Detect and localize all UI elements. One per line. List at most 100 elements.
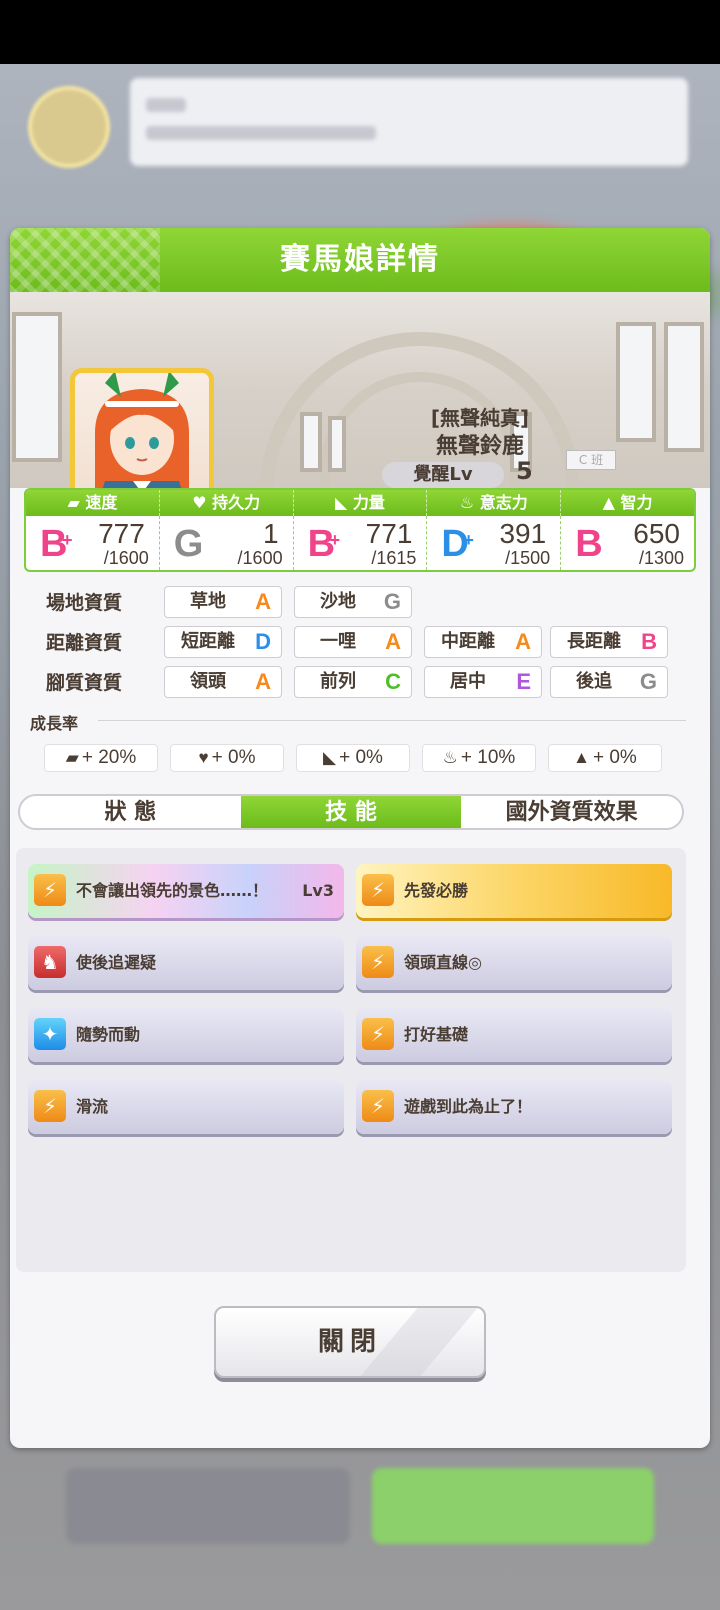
- skill-name: 打好基礎: [404, 1025, 469, 1044]
- skill-name: 遊戲到此為止了！: [404, 1097, 533, 1116]
- stat-cell: B + 771/1615: [294, 516, 428, 570]
- aptitude-name: 沙地: [320, 591, 356, 612]
- skill-gold-icon: ⚡: [362, 1090, 394, 1122]
- growth-rate-4: ▲ + 0%: [548, 744, 662, 772]
- skill-card[interactable]: ⚡ 遊戲到此為止了！: [356, 1080, 672, 1134]
- awaken-label: 覺醒Lv: [382, 462, 504, 488]
- growth-rate-3: ♨ + 10%: [422, 744, 536, 772]
- skill-blue-icon: ✦: [34, 1018, 66, 1050]
- muscle-icon: ◣: [323, 748, 337, 767]
- shoe-icon: ▰: [65, 748, 79, 767]
- aptitude-name: 前列: [320, 671, 356, 692]
- stat-value: 391: [499, 518, 547, 549]
- growth-rate-value: + 10%: [460, 747, 516, 768]
- growth-rate-value: + 0%: [211, 747, 256, 768]
- umamusume-detail-panel: 賽馬娘詳情 ★ ★: [10, 228, 710, 1448]
- stat-grade-letter: G: [173, 523, 204, 565]
- aptitude-grade: A: [255, 669, 271, 694]
- stat-max: /1615: [371, 548, 417, 568]
- skill-gold-icon: ⚡: [34, 1090, 66, 1122]
- growth-rate-title: 成長率: [30, 714, 79, 733]
- skill-name: 隨勢而動: [76, 1025, 141, 1044]
- close-button-label: 關閉: [317, 1327, 382, 1357]
- stat-max: /1600: [237, 548, 283, 568]
- skill-card[interactable]: ⚡ 打好基礎: [356, 1008, 672, 1062]
- character-portrait[interactable]: [70, 368, 214, 488]
- aptitude-name: 領頭: [190, 671, 226, 692]
- divider: [98, 720, 686, 721]
- stat-max: /1500: [505, 548, 551, 568]
- aptitude-grade: A: [385, 629, 401, 654]
- stat-grade: G: [174, 524, 204, 564]
- tab-overseas-aptitude[interactable]: 國外資質效果: [461, 796, 682, 828]
- detail-tabs: 狀 態技 能國外資質效果: [18, 794, 684, 830]
- awaken-level: 5: [516, 457, 533, 485]
- skill-gold-icon: ⚡: [362, 874, 394, 906]
- growth-rate-1: ♥ + 0%: [170, 744, 284, 772]
- flame-icon: ♨: [442, 748, 458, 767]
- aptitude-distance-3: 長距離 B: [550, 626, 668, 658]
- stat-grade: B: [575, 524, 602, 564]
- skill-gold-icon: ⚡: [362, 946, 394, 978]
- skill-card[interactable]: ⚡ 不會讓出領先的景色……！ Lv3: [28, 864, 344, 918]
- skill-gold-icon: ⚡: [34, 874, 66, 906]
- panel-title: 賽馬娘詳情: [280, 242, 440, 277]
- style-aptitude-row: 腳質資質 領頭 A 前列 C 居中 E 後追 G: [40, 666, 700, 700]
- aptitude-grade: G: [383, 589, 401, 614]
- stat-label: 力量: [352, 493, 385, 512]
- stat-value: 650: [633, 518, 680, 549]
- stat-grade: D +: [441, 524, 474, 564]
- tab-status[interactable]: 狀 態: [20, 796, 241, 828]
- distance-aptitude-row: 距離資質 短距離 D 一哩 A 中距離 A 長距離 B: [40, 626, 700, 660]
- stat-label: 意志力: [479, 493, 528, 512]
- aptitude-name: 一哩: [320, 631, 356, 652]
- aptitude-style-2: 居中 E: [424, 666, 542, 698]
- character-banner: ★ ★ ★ ★ ★ [無聲純真] 無聲鈴鹿 覺醒Lv 5 C 班: [10, 292, 710, 488]
- character-name: 無聲鈴鹿: [435, 434, 524, 459]
- skill-card[interactable]: ⚡ 領頭直線◎: [356, 936, 672, 990]
- skill-name: 先發必勝: [404, 881, 469, 900]
- growth-rate-0: ▰ + 20%: [44, 744, 158, 772]
- skill-card[interactable]: ✦ 隨勢而動: [28, 1008, 344, 1062]
- stat-cell: B 650/1300: [561, 516, 694, 570]
- skills-list: ⚡ 不會讓出領先的景色……！ Lv3 ⚡ 先發必勝 ♞ 使後追遲疑 ⚡ 領頭直線◎ ✦ 隨勢而動 ⚡ 打…: [16, 848, 686, 1272]
- aptitude-grade: C: [385, 669, 401, 694]
- stat-max: /1600: [103, 548, 149, 568]
- skill-card[interactable]: ⚡ 先發必勝: [356, 864, 672, 918]
- aptitude-name: 草地: [190, 591, 226, 612]
- blurred-button-right: [372, 1468, 654, 1544]
- aptitude-name: 居中: [450, 671, 486, 692]
- aptitude-grade: B: [641, 629, 657, 654]
- aptitude-name: 後追: [576, 671, 612, 692]
- skill-gold-icon: ⚡: [362, 1018, 394, 1050]
- aptitude-style-1: 前列 C: [294, 666, 412, 698]
- character-epithet: [無聲純真]: [430, 406, 530, 430]
- stat-grade: B +: [40, 524, 73, 564]
- aptitude-grade: A: [515, 629, 531, 654]
- aptitude-distance-1: 一哩 A: [294, 626, 412, 658]
- stats-table: ▰ 速度 ♥ 持久力 ◣ 力量 ♨ 意志力 ▲ 智力 B +777/1600 G 1/1600…: [24, 488, 696, 572]
- tab-skills[interactable]: 技 能: [240, 796, 462, 828]
- heart-icon: ♥: [198, 748, 209, 767]
- blurred-avatar: [28, 86, 110, 168]
- skill-name: 不會讓出領先的景色……！: [76, 881, 269, 900]
- stat-max: /1300: [638, 548, 684, 568]
- class-badge: C 班: [566, 450, 616, 470]
- stat-value: 777: [98, 518, 145, 549]
- graduation-cap-icon: ▲: [602, 493, 621, 512]
- aptitude-grade: E: [516, 669, 531, 694]
- aptitude-grade: A: [255, 589, 271, 614]
- aptitude-distance-0: 短距離 D: [164, 626, 282, 658]
- muscle-icon: ◣: [335, 493, 353, 512]
- skill-card[interactable]: ⚡ 滑流: [28, 1080, 344, 1134]
- stat-label: 智力: [620, 493, 653, 512]
- close-button[interactable]: 關閉: [214, 1306, 486, 1378]
- aptitude-name: 中距離: [441, 631, 495, 652]
- stat-header-4: ▲ 智力: [561, 490, 694, 516]
- skill-name: 滑流: [76, 1097, 109, 1116]
- stat-cell: G 1/1600: [160, 516, 294, 570]
- stat-cell: D + 391/1500: [427, 516, 562, 570]
- skill-card[interactable]: ♞ 使後追遲疑: [28, 936, 344, 990]
- stat-header-3: ♨ 意志力: [427, 490, 562, 516]
- heart-icon: ♥: [192, 493, 213, 512]
